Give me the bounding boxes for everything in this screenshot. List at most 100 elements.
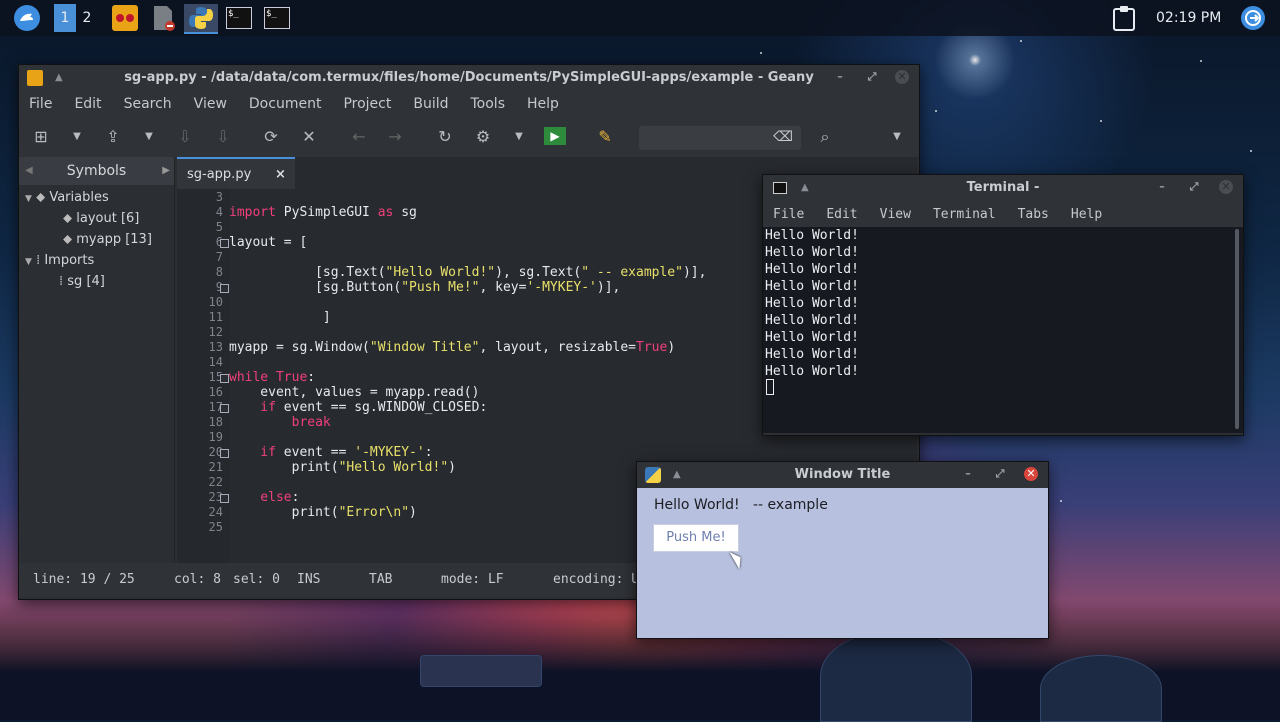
tab-symbols-label: Symbols	[66, 163, 127, 179]
menu-project[interactable]: Project	[333, 96, 403, 112]
menu-search[interactable]: Search	[114, 96, 184, 112]
code-token: while	[229, 370, 269, 385]
logout-icon[interactable]	[1238, 4, 1268, 32]
menu-help[interactable]: Help	[1061, 207, 1114, 222]
code-token: "Window Title"	[369, 340, 480, 355]
observatory-dome	[1040, 655, 1162, 722]
tab-symbols[interactable]: ◀ Symbols ▶	[19, 157, 174, 185]
line-number: 18	[208, 415, 223, 429]
revert-icon[interactable]: ⟳	[261, 127, 281, 147]
terminal-window: ▲ Terminal - – ⤢ ✕ File Edit View Termin…	[762, 174, 1244, 436]
tree-node-imports[interactable]: ▼ ⁞ Imports	[25, 250, 94, 271]
terminal-scrollbar[interactable]	[1235, 229, 1239, 429]
status-line: line: 19 / 25	[33, 572, 135, 587]
forward-icon[interactable]: →	[385, 127, 405, 147]
clear-search-icon[interactable]: ⌫	[773, 129, 793, 145]
toolbar-overflow-icon[interactable]: ▼	[887, 127, 907, 147]
terminal-icon[interactable]: $_	[262, 4, 292, 32]
minimize-icon[interactable]: –	[1155, 180, 1169, 194]
geany-titlebar[interactable]: ▲ sg-app.py - /data/data/com.termux/file…	[19, 65, 919, 91]
terminal-icon[interactable]: $_	[224, 4, 254, 32]
tree-node-layout[interactable]: ⬥ layout [6]	[63, 208, 139, 229]
geany-icon[interactable]	[110, 4, 140, 32]
terminal-output-area[interactable]: Hello World! Hello World! Hello World! H…	[763, 227, 1243, 433]
maximize-icon[interactable]: ⤢	[865, 70, 879, 84]
open-dropdown-icon[interactable]: ▼	[139, 127, 159, 147]
close-icon[interactable]: ✕	[895, 70, 909, 84]
maximize-icon[interactable]: ⤢	[993, 467, 1007, 481]
menu-edit[interactable]: Edit	[816, 207, 869, 222]
search-input[interactable]: ⌫	[639, 126, 801, 150]
menu-view[interactable]: View	[184, 96, 239, 112]
menu-arrow-icon[interactable]: ▲	[55, 65, 63, 91]
save-all-icon[interactable]: ⇩	[213, 127, 233, 147]
menu-document[interactable]: Document	[239, 96, 334, 112]
reload-icon[interactable]: ↻	[435, 127, 455, 147]
menu-help[interactable]: Help	[517, 96, 571, 112]
line-number: 17	[208, 400, 223, 414]
back-icon[interactable]: ←	[349, 127, 369, 147]
new-file-icon[interactable]: ⊞	[31, 127, 51, 147]
fold-toggle-icon[interactable]	[220, 374, 229, 383]
menu-file[interactable]: File	[19, 96, 64, 112]
menu-arrow-icon[interactable]: ▲	[801, 175, 809, 201]
menu-tools[interactable]: Tools	[461, 96, 518, 112]
menu-view[interactable]: View	[870, 207, 923, 222]
fold-toggle-icon[interactable]	[220, 404, 229, 413]
line-number: 13	[208, 340, 223, 354]
build-dropdown-icon[interactable]: ▼	[509, 127, 529, 147]
clipboard-icon[interactable]	[1110, 4, 1138, 32]
workspace-1[interactable]: 1	[54, 4, 76, 32]
menu-arrow-icon[interactable]: ▲	[673, 462, 681, 488]
fold-toggle-icon[interactable]	[220, 494, 229, 503]
tree-node-sg[interactable]: ⁞ sg [4]	[59, 271, 105, 292]
launcher-icon[interactable]	[12, 4, 42, 32]
search-icon[interactable]: ⌕	[815, 127, 835, 147]
tree-node-myapp[interactable]: ⬥ myapp [13]	[63, 229, 152, 250]
minimize-icon[interactable]: –	[961, 467, 975, 481]
push-me-button[interactable]: Push Me!	[653, 524, 739, 552]
tab-right-arrow-icon[interactable]: ▶	[162, 157, 170, 185]
save-icon[interactable]: ⇩	[175, 127, 195, 147]
menu-file[interactable]: File	[763, 207, 816, 222]
menu-build[interactable]: Build	[403, 96, 460, 112]
close-file-icon[interactable]: ✕	[299, 127, 319, 147]
python-icon[interactable]	[184, 4, 218, 34]
code-token: )],	[596, 280, 621, 295]
fold-toggle-icon[interactable]	[220, 449, 229, 458]
close-icon[interactable]: ✕	[1219, 180, 1233, 194]
line-number: 21	[208, 460, 223, 474]
minimize-icon[interactable]: –	[833, 70, 847, 84]
fold-toggle-icon[interactable]	[220, 239, 229, 248]
close-tab-icon[interactable]: ×	[275, 159, 286, 191]
fold-toggle-icon[interactable]	[220, 284, 229, 293]
code-token: :	[307, 370, 316, 385]
line-number: 12	[208, 325, 223, 339]
tab-left-arrow-icon[interactable]: ◀	[25, 157, 33, 185]
build-icon[interactable]: ⚙	[473, 127, 493, 147]
menu-edit[interactable]: Edit	[64, 96, 113, 112]
psg-titlebar[interactable]: ▲ Window Title – ⤢ ✕	[637, 462, 1048, 488]
code-token: True	[636, 340, 668, 355]
line-number: 4	[215, 205, 223, 219]
execute-icon[interactable]: ▶	[544, 127, 566, 145]
color-picker-icon[interactable]: ✎	[595, 127, 615, 147]
terminal-titlebar[interactable]: ▲ Terminal - – ⤢ ✕	[763, 175, 1243, 201]
line-number: 19	[208, 430, 223, 444]
new-dropdown-icon[interactable]: ▼	[67, 127, 87, 147]
maximize-icon[interactable]: ⤢	[1187, 180, 1201, 194]
menu-terminal[interactable]: Terminal	[923, 207, 1008, 222]
file-manager-icon[interactable]	[148, 4, 178, 32]
open-file-icon[interactable]: ⇪	[103, 127, 123, 147]
example-text: -- example	[753, 497, 828, 513]
tree-label: Imports	[44, 253, 95, 268]
tree-node-variables[interactable]: ▼ ⬥ Variables	[25, 187, 109, 208]
status-encoding: encoding: U	[553, 572, 640, 587]
workspace-2[interactable]: 2	[78, 4, 96, 32]
tab-sg-app[interactable]: sg-app.py ×	[177, 157, 295, 189]
line-number: 5	[215, 220, 223, 234]
code-token: )	[448, 460, 456, 475]
menu-tabs[interactable]: Tabs	[1008, 207, 1061, 222]
psg-window: ▲ Window Title – ⤢ ✕ Hello World! -- exa…	[636, 461, 1049, 639]
close-icon[interactable]: ✕	[1024, 467, 1038, 481]
